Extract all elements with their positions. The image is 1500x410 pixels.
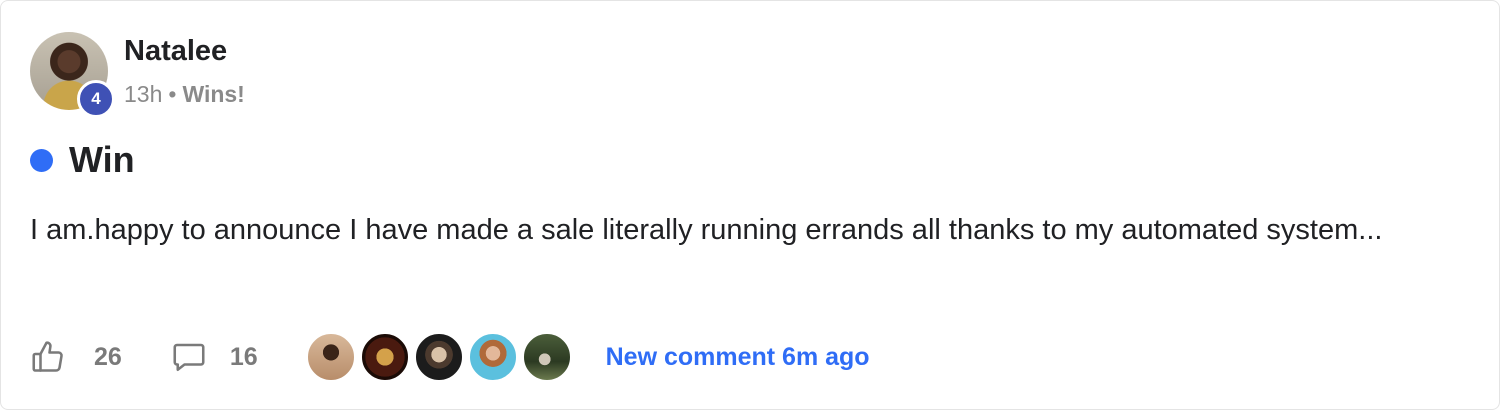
- post-title-row: Win: [30, 139, 135, 181]
- post-body[interactable]: I am.happy to announce I have made a sal…: [30, 207, 1430, 253]
- commenter-avatars[interactable]: [305, 332, 572, 382]
- commenter-avatar[interactable]: [521, 332, 572, 382]
- commenter-avatar[interactable]: [305, 332, 356, 382]
- post-category[interactable]: Wins!: [182, 81, 244, 108]
- post-time: 13h: [124, 81, 163, 107]
- speech-bubble-icon: [173, 343, 205, 372]
- unread-dot-icon: [30, 148, 53, 172]
- post-title[interactable]: Win: [69, 139, 135, 181]
- post-footer: 26 16 New comment 6m ago: [30, 331, 870, 383]
- thumbs-up-icon: [32, 341, 63, 372]
- new-comment-link[interactable]: New comment 6m ago: [606, 343, 870, 372]
- meta-separator: •: [168, 81, 177, 107]
- author-avatar-container[interactable]: 4: [30, 32, 115, 118]
- commenter-avatar[interactable]: [359, 332, 410, 382]
- comment-button[interactable]: 16: [170, 339, 258, 375]
- post-meta: 13h • Wins!: [124, 81, 245, 108]
- like-count: 26: [94, 342, 122, 371]
- like-button[interactable]: 26: [30, 339, 122, 375]
- author-name[interactable]: Natalee: [124, 35, 227, 68]
- level-badge: 4: [77, 80, 115, 118]
- post-card[interactable]: 4 Natalee 13h • Wins! Win I am.happy to …: [0, 0, 1500, 410]
- commenter-avatar[interactable]: [467, 332, 518, 382]
- comment-count: 16: [229, 342, 258, 371]
- commenter-avatar[interactable]: [413, 332, 464, 382]
